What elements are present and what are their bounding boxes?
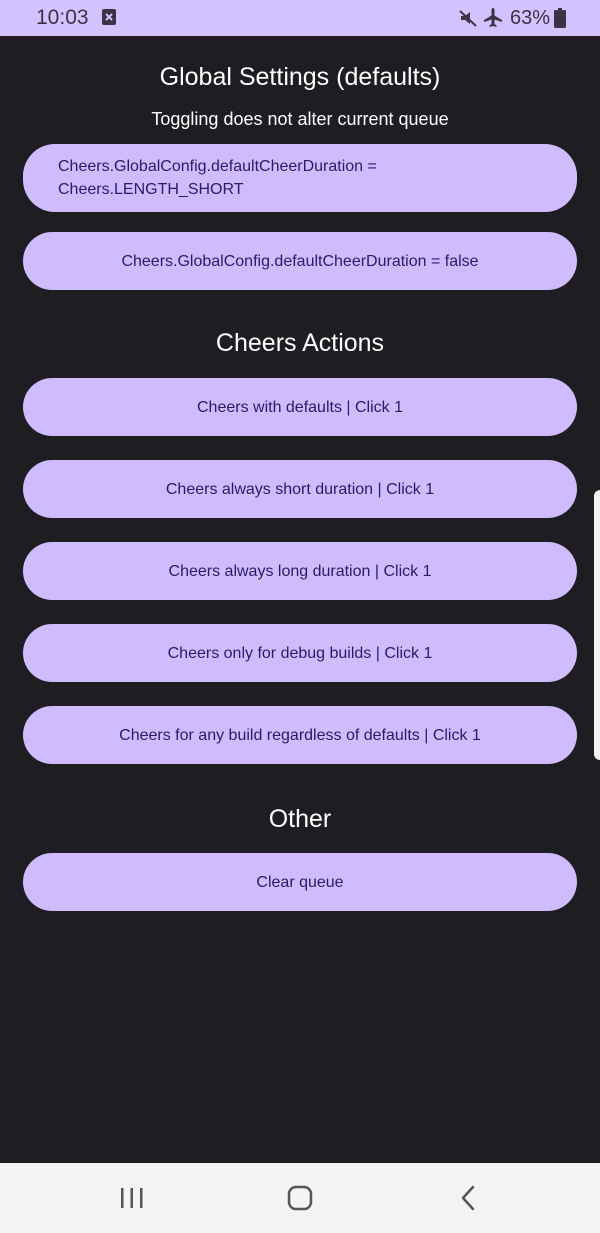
button-label: Cheers.GlobalConfig.defaultCheerDuration… [58, 158, 377, 198]
battery-icon [554, 8, 566, 28]
global-settings-title: Global Settings (defaults) [159, 63, 441, 91]
main-content: Global Settings (defaults) Toggling does… [0, 36, 600, 1163]
button-label: Cheers for any build regardless of defau… [119, 726, 481, 744]
button-label: Cheers always short duration | Click 1 [165, 480, 435, 498]
global-settings-subtitle: Toggling does not alter current queue [151, 109, 449, 129]
cheers-defaults-button[interactable]: Cheers with defaults | Click 1 [23, 378, 577, 436]
home-icon[interactable] [260, 1163, 340, 1233]
cheers-long-duration-button[interactable]: Cheers always long duration | Click 1 [23, 542, 577, 600]
button-label: Cheers.GlobalConfig.defaultCheerDuration… [121, 252, 479, 270]
other-title: Other [268, 805, 332, 833]
cheers-debug-builds-button[interactable]: Cheers only for debug builds | Click 1 [23, 624, 577, 682]
back-icon[interactable] [428, 1163, 508, 1233]
default-duration-false-button[interactable]: Cheers.GlobalConfig.defaultCheerDuration… [23, 232, 577, 290]
cheers-any-build-button[interactable]: Cheers for any build regardless of defau… [23, 706, 577, 764]
status-bar: 10:03 63% [0, 0, 600, 36]
airplane-icon [482, 7, 504, 29]
recent-apps-icon[interactable] [92, 1163, 172, 1233]
mute-icon [458, 8, 478, 28]
clear-queue-button[interactable]: Clear queue [23, 853, 577, 911]
button-label: Cheers with defaults | Click 1 [196, 398, 403, 416]
status-icons: 63% [458, 6, 566, 30]
battery-percent: 63% [509, 7, 550, 29]
button-label: Cheers always long duration | Click 1 [168, 562, 432, 580]
navigation-bar [0, 1163, 600, 1233]
cheers-actions-title: Cheers Actions [215, 329, 385, 357]
button-label: Clear queue [256, 873, 344, 891]
notification-x-icon [102, 9, 116, 25]
button-label: Cheers only for debug builds | Click 1 [167, 644, 433, 662]
status-time: 10:03 [36, 6, 89, 29]
cheers-short-duration-button[interactable]: Cheers always short duration | Click 1 [23, 460, 577, 518]
default-duration-short-button[interactable]: Cheers.GlobalConfig.defaultCheerDuration… [23, 144, 577, 212]
edge-panel-handle[interactable] [594, 490, 600, 760]
